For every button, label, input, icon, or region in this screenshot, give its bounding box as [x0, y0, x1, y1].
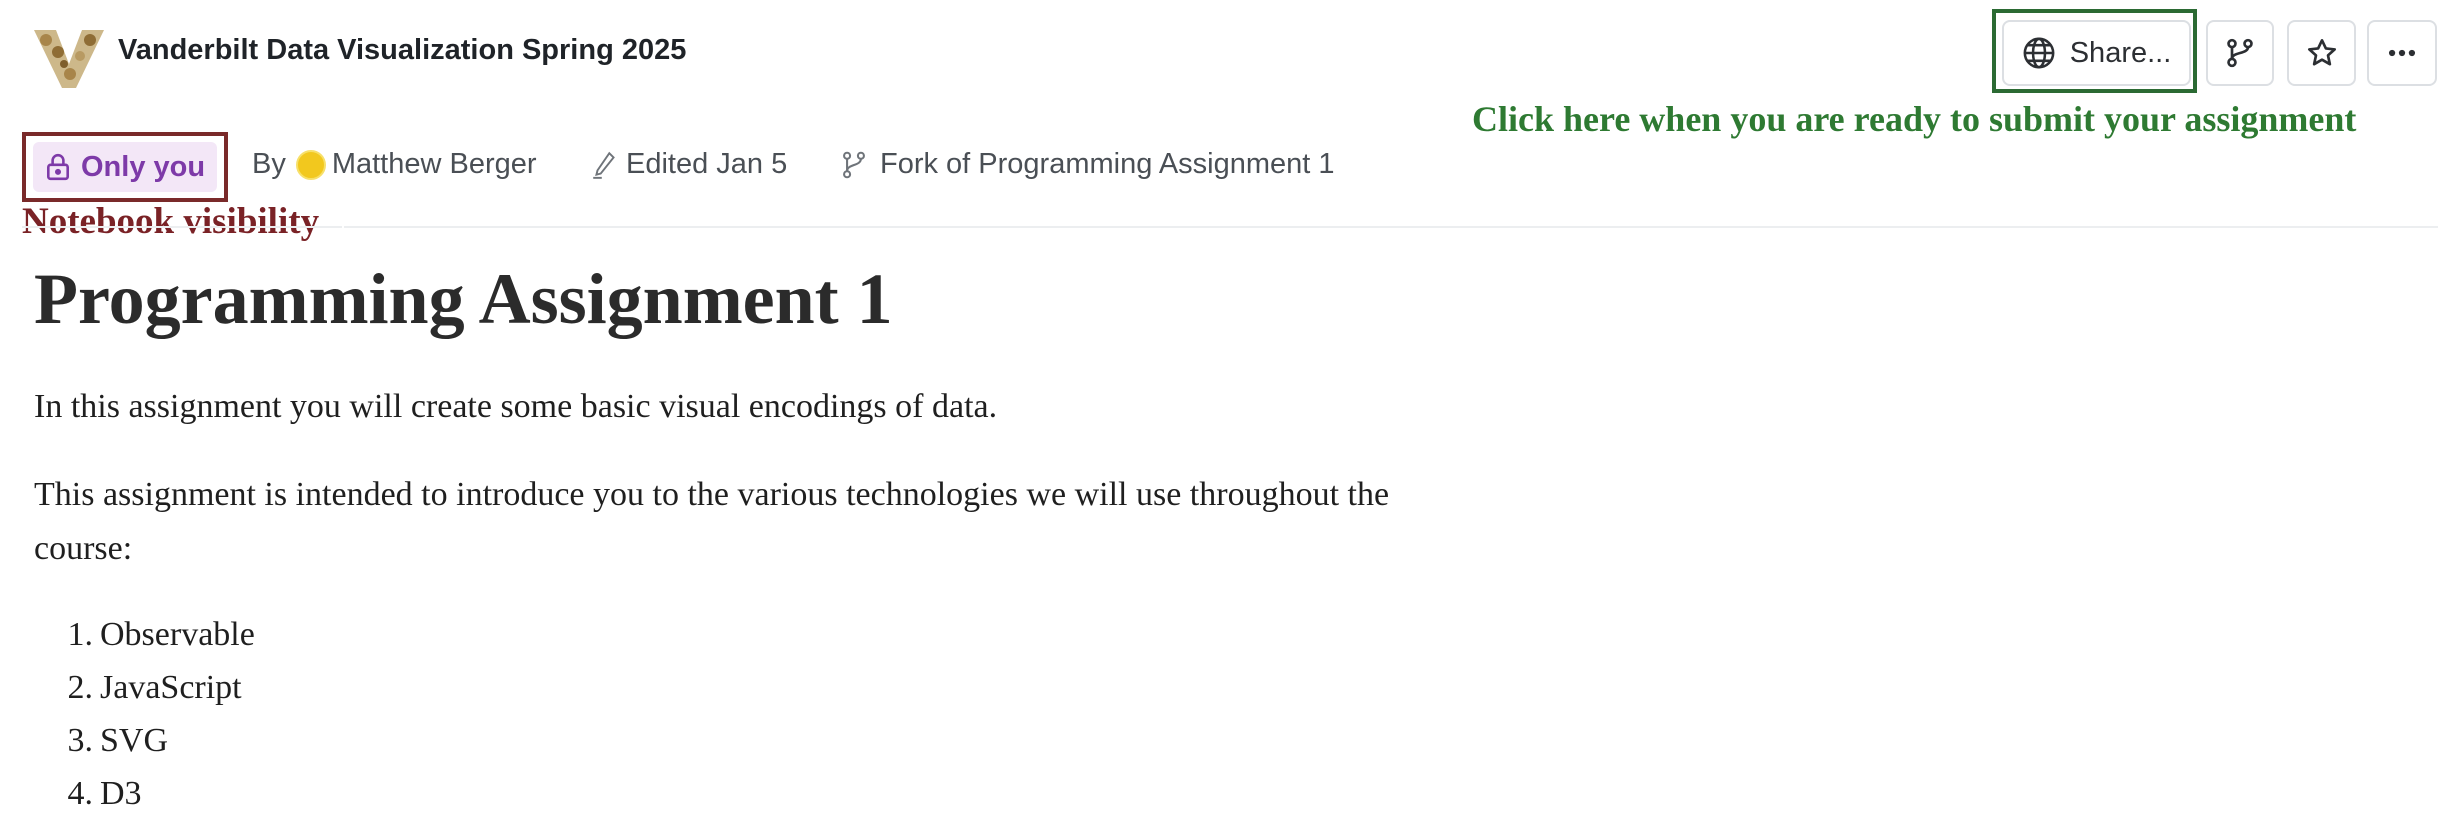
divider: [22, 226, 342, 228]
fork-button[interactable]: [2206, 20, 2274, 86]
author-info[interactable]: By Matthew Berger: [252, 148, 537, 181]
divider: [344, 226, 2438, 228]
fork-of-label: Fork of Programming Assignment 1: [880, 148, 1335, 180]
more-button[interactable]: [2367, 20, 2437, 86]
submit-annotation: Click here when you are ready to submit …: [1472, 99, 2357, 139]
technologies-paragraph: This assignment is intended to introduce…: [34, 476, 1390, 567]
fork-icon: [2227, 38, 2253, 68]
lock-icon: [47, 153, 69, 181]
list-item: 2. JavaScript: [67, 669, 242, 706]
visibility-label: Only you: [81, 150, 206, 183]
edited-info[interactable]: Edited Jan 5: [592, 148, 787, 181]
fork-icon: [843, 151, 865, 178]
list-item: 4. D3: [67, 775, 142, 812]
intro-paragraph: In this assignment you will create some …: [34, 388, 998, 425]
avatar: [295, 149, 326, 180]
visibility-button[interactable]: Only you: [33, 142, 217, 192]
by-prefix: By: [252, 148, 286, 180]
globe-icon: [2023, 37, 2055, 69]
list-item: 1. Observable: [67, 616, 255, 653]
workspace-title[interactable]: Vanderbilt Data Visualization Spring 202…: [118, 34, 686, 67]
more-horizontal-icon: [2388, 49, 2416, 57]
star-button[interactable]: [2287, 20, 2356, 86]
vanderbilt-logo[interactable]: [34, 30, 104, 88]
list-item: 3. SVG: [67, 722, 169, 759]
notebook-title: Programming Assignment 1: [34, 259, 893, 339]
fork-of-info[interactable]: Fork of Programming Assignment 1: [840, 148, 1335, 181]
star-icon: [2307, 39, 2336, 66]
share-button-label: Share...: [2069, 36, 2172, 69]
author-name[interactable]: Matthew Berger: [332, 148, 537, 181]
visibility-annotation: Notebook visibility: [22, 201, 320, 242]
technologies-list: 1. Observable 2. JavaScript 3. SVG 4. D3: [34, 608, 255, 820]
share-button[interactable]: Share...: [2002, 20, 2191, 86]
edited-label: Edited Jan 5: [626, 148, 788, 180]
pencil-icon: [593, 151, 615, 179]
